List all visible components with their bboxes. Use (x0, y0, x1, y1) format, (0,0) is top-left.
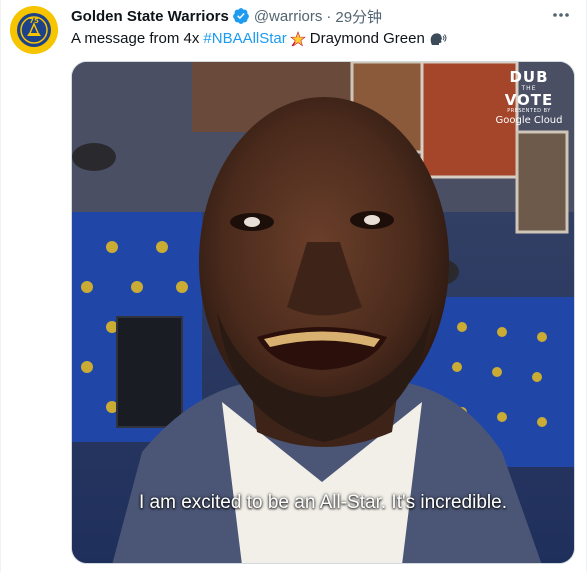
tweet-text-prefix: A message from 4x (71, 30, 200, 47)
avatar[interactable]: 75 (10, 6, 58, 54)
more-icon[interactable] (550, 4, 572, 26)
dub-the-vote-logo: DUB THE VOTE PRESENTED BY Google Cloud (494, 70, 564, 127)
logo-line-3: VOTE (504, 91, 554, 109)
logo-sponsor: Google Cloud (495, 115, 563, 126)
svg-text:75: 75 (29, 17, 39, 25)
tweet-header: Golden State Warriors @warriors · 29分钟 (71, 6, 382, 26)
tweet-text: A message from 4x #NBAAllStar Draymond G… (71, 29, 447, 49)
video-player[interactable]: DUB THE VOTE PRESENTED BY Google Cloud I… (71, 61, 575, 564)
tweet-text-suffix: Draymond Green (309, 30, 425, 47)
video-frame (72, 62, 574, 563)
speaking-head-emoji-icon (429, 31, 447, 47)
display-name[interactable]: Golden State Warriors (71, 8, 229, 25)
hashtag-link[interactable]: #NBAAllStar (203, 29, 286, 49)
star-emoji-icon (289, 31, 306, 47)
logo-presented-by: PRESENTED BY (507, 108, 551, 114)
timestamp[interactable]: 29分钟 (335, 6, 382, 27)
logo-line-1: DUB (509, 68, 549, 86)
warriors-75-logo-icon: 75 (10, 6, 58, 54)
verified-badge-icon (232, 7, 250, 25)
tweet: 75 Golden State Warriors @warriors · 29分… (0, 0, 587, 572)
handle[interactable]: @warriors (254, 8, 323, 25)
video-caption: I am excited to be an All-Star. It's inc… (139, 492, 507, 513)
separator-dot: · (326, 7, 332, 25)
